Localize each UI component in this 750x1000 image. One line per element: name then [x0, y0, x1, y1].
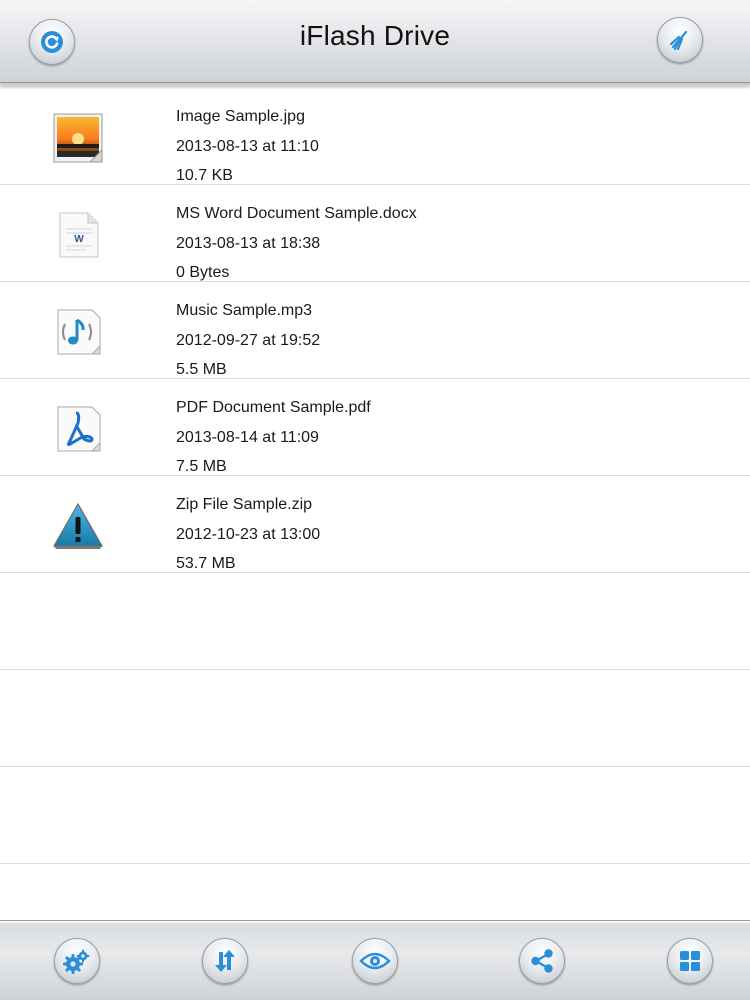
file-name: Music Sample.mp3 [176, 302, 313, 319]
file-date: 2013-08-13 at 11:10 [176, 137, 319, 155]
preview-button[interactable] [352, 938, 398, 984]
file-date: 2012-10-23 at 13:00 [176, 525, 321, 543]
pdf-document-icon [52, 403, 104, 455]
app-screen: iFlash Drive Image Sample.jpg 2013-08-13… [0, 0, 750, 1000]
sort-arrows-icon [211, 947, 239, 975]
empty-row [0, 670, 750, 767]
empty-row [0, 573, 750, 670]
sort-button[interactable] [202, 938, 248, 984]
navigation-bar: iFlash Drive [0, 0, 750, 83]
file-row[interactable]: PDF Document Sample.pdf 2013-08-14 at 11… [0, 379, 750, 476]
eye-icon [359, 950, 391, 972]
file-name: Zip File Sample.zip [176, 496, 313, 513]
file-row[interactable]: Music Sample.mp3 2012-09-27 at 19:52 5.5… [0, 282, 750, 379]
bottom-toolbar [0, 920, 750, 1000]
file-row[interactable]: Zip File Sample.zip 2012-10-23 at 13:00 … [0, 476, 750, 573]
file-date: 2013-08-14 at 11:09 [176, 428, 319, 446]
share-button[interactable] [519, 938, 565, 984]
warning-icon [52, 500, 104, 552]
page-title: iFlash Drive [299, 20, 451, 51]
settings-gears-icon [62, 946, 92, 976]
file-name: MS Word Document Sample.docx [176, 205, 417, 222]
file-date: 2013-08-13 at 18:38 [176, 234, 321, 252]
svg-text:W: W [74, 234, 84, 245]
file-date: 2012-09-27 at 19:52 [176, 331, 321, 349]
file-row[interactable]: Image Sample.jpg 2013-08-13 at 11:10 10.… [0, 88, 750, 185]
file-list: Image Sample.jpg 2013-08-13 at 11:10 10.… [0, 88, 750, 920]
word-document-icon: W [52, 209, 104, 261]
empty-row [0, 767, 750, 864]
clean-button[interactable] [657, 17, 703, 63]
music-file-icon [52, 306, 104, 358]
file-row[interactable]: W MS Word Document Sample.docx 2013-08-1… [0, 185, 750, 282]
grid-view-button[interactable] [667, 938, 713, 984]
file-name: PDF Document Sample.pdf [176, 399, 371, 416]
clean-brush-icon [666, 26, 694, 54]
share-icon [528, 947, 556, 975]
settings-button[interactable] [54, 938, 100, 984]
grid-view-icon [677, 948, 703, 974]
image-file-icon [52, 112, 104, 164]
file-name: Image Sample.jpg [176, 108, 305, 125]
